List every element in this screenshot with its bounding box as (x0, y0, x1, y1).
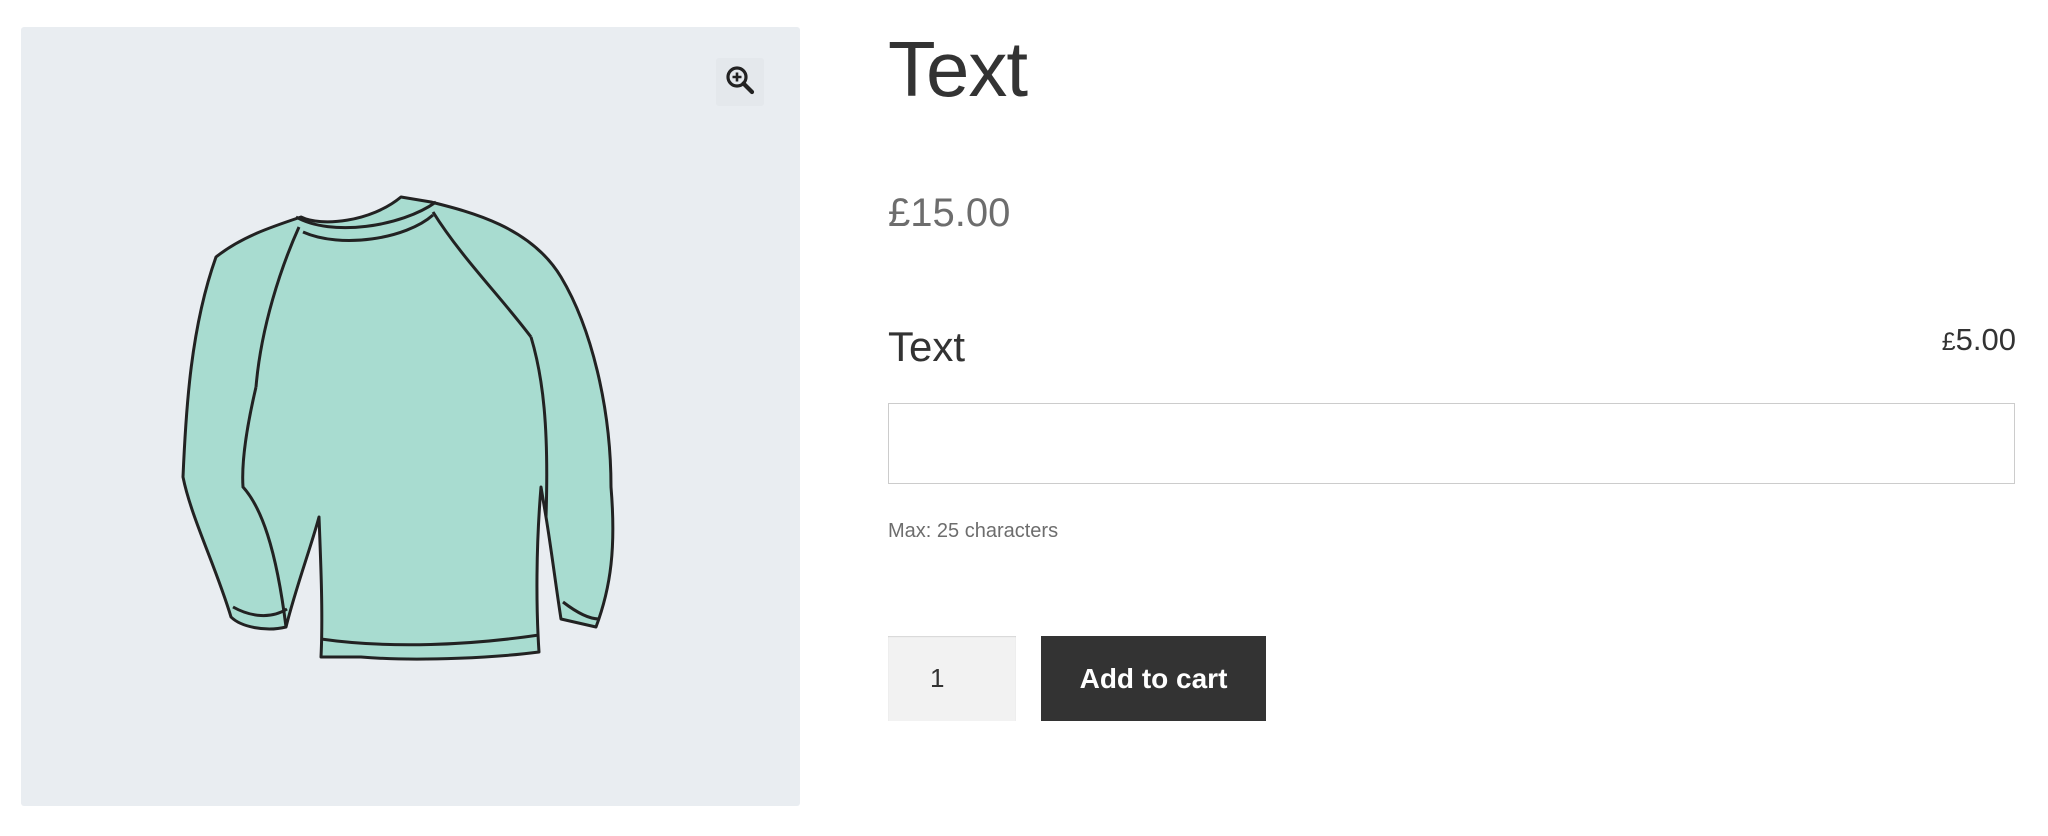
zoom-button[interactable] (716, 58, 764, 106)
shirt-image (181, 195, 615, 661)
product-title: Text (888, 25, 1028, 113)
addon-price-amount: 5.00 (1955, 322, 2016, 357)
addon-price-currency: £ (1941, 328, 1956, 356)
addon-price: £5.00 (1942, 324, 2016, 355)
quantity-input[interactable] (888, 636, 1016, 721)
addon-label: Text (888, 323, 966, 370)
add-to-cart-button[interactable]: Add to cart (1041, 636, 1266, 721)
addon-max-characters-hint: Max: 25 characters (888, 520, 1059, 542)
product-page: Text £15.00 Text £5.00 Max: 25 character… (0, 0, 2048, 836)
product-gallery[interactable] (21, 27, 800, 806)
addon-text-input[interactable] (888, 403, 2015, 484)
magnifier-plus-icon (725, 65, 755, 100)
product-price: £15.00 (888, 191, 1011, 235)
product-summary: Text £15.00 Text £5.00 Max: 25 character… (888, 0, 2016, 836)
